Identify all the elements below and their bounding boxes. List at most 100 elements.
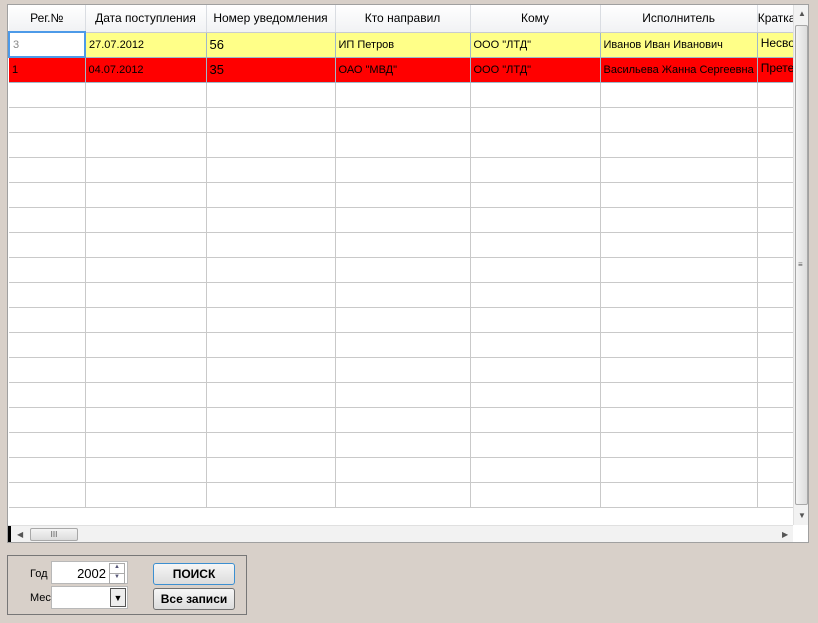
empty-row[interactable]	[9, 382, 806, 408]
empty-cell[interactable]	[9, 457, 86, 483]
cell-from[interactable]: ОАО "МВД"	[335, 57, 471, 83]
col-number[interactable]: Номер уведомления	[206, 5, 336, 33]
cell-executor[interactable]: Васильева Жанна Сергеевна	[600, 57, 758, 83]
empty-row[interactable]	[9, 332, 806, 358]
empty-cell[interactable]	[335, 357, 471, 383]
table-row[interactable]: 1 04.07.2012 35 ОАО "МВД" ООО "ЛТД" Васи…	[9, 57, 806, 83]
empty-cell[interactable]	[470, 207, 601, 233]
empty-row[interactable]	[9, 282, 806, 308]
empty-cell[interactable]	[85, 307, 207, 333]
empty-cell[interactable]	[206, 432, 336, 458]
empty-row[interactable]	[9, 432, 806, 458]
empty-row[interactable]	[9, 307, 806, 333]
empty-cell[interactable]	[600, 432, 758, 458]
empty-row[interactable]	[9, 207, 806, 233]
empty-cell[interactable]	[335, 207, 471, 233]
empty-cell[interactable]	[9, 132, 86, 158]
empty-cell[interactable]	[470, 457, 601, 483]
empty-cell[interactable]	[335, 132, 471, 158]
empty-cell[interactable]	[85, 132, 207, 158]
empty-cell[interactable]	[85, 382, 207, 408]
empty-cell[interactable]	[600, 457, 758, 483]
empty-cell[interactable]	[85, 182, 207, 208]
empty-cell[interactable]	[85, 282, 207, 308]
empty-cell[interactable]	[9, 232, 86, 258]
empty-cell[interactable]	[470, 357, 601, 383]
col-date[interactable]: Дата поступления	[85, 5, 207, 33]
empty-cell[interactable]	[206, 232, 336, 258]
empty-cell[interactable]	[600, 357, 758, 383]
empty-cell[interactable]	[600, 482, 758, 508]
empty-cell[interactable]	[9, 107, 86, 133]
empty-cell[interactable]	[335, 282, 471, 308]
empty-cell[interactable]	[600, 232, 758, 258]
col-reg[interactable]: Рег.№	[9, 5, 86, 33]
all-records-button[interactable]: Все записи	[153, 588, 235, 610]
empty-cell[interactable]	[335, 457, 471, 483]
year-value[interactable]: 2002	[77, 566, 106, 581]
empty-row[interactable]	[9, 457, 806, 483]
col-to[interactable]: Кому	[470, 5, 601, 33]
empty-cell[interactable]	[470, 132, 601, 158]
empty-row[interactable]	[9, 157, 806, 183]
vertical-scrollbar[interactable]: ▲ ≡ ▼	[793, 5, 808, 525]
empty-cell[interactable]	[85, 157, 207, 183]
empty-cell[interactable]	[470, 257, 601, 283]
empty-row[interactable]	[9, 107, 806, 133]
empty-cell[interactable]	[470, 157, 601, 183]
empty-cell[interactable]	[206, 107, 336, 133]
empty-cell[interactable]	[600, 182, 758, 208]
empty-cell[interactable]	[85, 407, 207, 433]
col-executor[interactable]: Исполнитель	[600, 5, 758, 33]
empty-cell[interactable]	[85, 107, 207, 133]
empty-cell[interactable]	[470, 82, 601, 108]
empty-cell[interactable]	[206, 457, 336, 483]
cell-reg[interactable]: 1	[9, 57, 86, 83]
empty-cell[interactable]	[470, 482, 601, 508]
empty-cell[interactable]	[206, 482, 336, 508]
horizontal-scrollbar[interactable]: ◀ III ▶	[8, 525, 793, 542]
empty-cell[interactable]	[335, 482, 471, 508]
empty-cell[interactable]	[206, 407, 336, 433]
empty-cell[interactable]	[9, 282, 86, 308]
empty-cell[interactable]	[206, 207, 336, 233]
empty-cell[interactable]	[600, 107, 758, 133]
table-row[interactable]: 3 27.07.2012 56 ИП Петров ООО "ЛТД" Иван…	[8, 31, 806, 58]
empty-row[interactable]	[9, 482, 806, 508]
empty-cell[interactable]	[335, 232, 471, 258]
empty-cell[interactable]	[85, 232, 207, 258]
empty-cell[interactable]	[600, 132, 758, 158]
empty-cell[interactable]	[206, 82, 336, 108]
empty-cell[interactable]	[335, 332, 471, 358]
chevron-down-icon[interactable]: ▼	[110, 588, 126, 607]
empty-cell[interactable]	[335, 82, 471, 108]
empty-cell[interactable]	[600, 407, 758, 433]
empty-cell[interactable]	[470, 182, 601, 208]
cell-to[interactable]: ООО "ЛТД"	[470, 32, 601, 58]
scroll-down-icon[interactable]: ▼	[798, 511, 806, 520]
empty-cell[interactable]	[335, 107, 471, 133]
empty-cell[interactable]	[85, 207, 207, 233]
empty-cell[interactable]	[9, 257, 86, 283]
empty-row[interactable]	[9, 407, 806, 433]
empty-cell[interactable]	[9, 82, 86, 108]
empty-cell[interactable]	[335, 182, 471, 208]
scroll-left-icon[interactable]: ◀	[17, 530, 23, 539]
empty-cell[interactable]	[206, 357, 336, 383]
empty-cell[interactable]	[85, 357, 207, 383]
empty-cell[interactable]	[206, 257, 336, 283]
empty-cell[interactable]	[470, 307, 601, 333]
empty-cell[interactable]	[206, 332, 336, 358]
cell-reg[interactable]: 3	[8, 31, 86, 58]
cell-number[interactable]: 56	[206, 32, 336, 58]
empty-row[interactable]	[9, 357, 806, 383]
empty-cell[interactable]	[9, 207, 86, 233]
empty-cell[interactable]	[9, 407, 86, 433]
empty-cell[interactable]	[600, 207, 758, 233]
empty-row[interactable]	[9, 132, 806, 158]
year-spinner[interactable]: 2002 ▲ ▼	[51, 561, 128, 584]
spin-down-icon[interactable]: ▼	[109, 573, 125, 584]
cell-date[interactable]: 04.07.2012	[85, 57, 207, 83]
cell-to[interactable]: ООО "ЛТД"	[470, 57, 601, 83]
empty-cell[interactable]	[206, 307, 336, 333]
